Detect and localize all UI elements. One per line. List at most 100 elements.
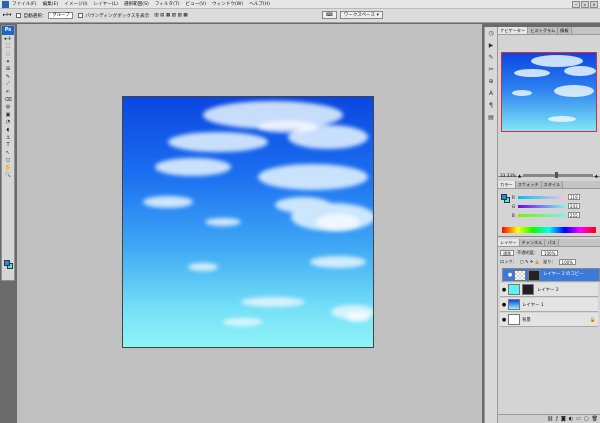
move-tool-icon[interactable]: ▸✛: [2, 35, 14, 43]
navigator-zoom-value[interactable]: 33.33%: [500, 173, 516, 178]
tab-channels[interactable]: チャンネル: [519, 239, 546, 246]
menu-layer[interactable]: レイヤー(L): [94, 1, 118, 7]
shape-tool-icon[interactable]: ◻: [2, 157, 14, 165]
channel-r-slider[interactable]: [518, 195, 566, 199]
color-fg-swatch[interactable]: [501, 194, 507, 200]
visibility-eye-icon[interactable]: ●: [500, 317, 508, 323]
brush-tool-icon[interactable]: ✍: [2, 88, 14, 96]
magic-wand-tool-icon[interactable]: ✦: [2, 58, 14, 66]
menu-edit[interactable]: 編集(E): [43, 1, 59, 7]
eraser-tool-icon[interactable]: ⌫: [2, 96, 14, 104]
visibility-eye-icon[interactable]: ●: [500, 287, 508, 293]
type-tool-icon[interactable]: T: [2, 141, 14, 149]
tab-color[interactable]: カラー: [498, 181, 516, 188]
layer-name[interactable]: レイヤー 2 のコピー: [543, 272, 584, 278]
layer-mask-thumbnail[interactable]: [522, 284, 534, 295]
layer-name[interactable]: 背景: [522, 317, 531, 323]
opacity-input[interactable]: 100%: [540, 250, 559, 256]
blend-mode-dropdown[interactable]: 通常: [500, 250, 514, 256]
navigator-preview[interactable]: [500, 51, 598, 135]
tab-navigator[interactable]: ナビゲーター: [498, 27, 529, 34]
navigator-view-box[interactable]: [501, 52, 597, 132]
channel-b-value[interactable]: 255: [568, 212, 580, 218]
minimize-icon[interactable]: –: [572, 1, 580, 8]
menu-help[interactable]: ヘルプ(H): [249, 1, 270, 7]
character-icon[interactable]: A: [485, 89, 497, 99]
channel-b-slider[interactable]: [518, 213, 566, 217]
bbox-checkbox[interactable]: [78, 13, 84, 18]
crop-tool-icon[interactable]: ⊞: [2, 65, 14, 73]
clone-stamp-tool-icon[interactable]: ◍: [2, 103, 14, 111]
tab-info[interactable]: 情報: [558, 27, 572, 34]
layer-name[interactable]: レイヤー 2: [537, 287, 559, 293]
fill-input[interactable]: 100%: [558, 259, 576, 265]
menu-filter[interactable]: フィルタ(T): [155, 1, 180, 7]
tab-histogram[interactable]: ヒストグラム: [528, 27, 559, 34]
new-group-icon[interactable]: ▭: [576, 416, 581, 422]
clone-source-icon[interactable]: ⊕: [485, 77, 497, 87]
blend-opacity-row: 通常 不透明度： 100%: [500, 249, 598, 257]
channel-g-value[interactable]: 243: [568, 203, 580, 209]
add-mask-icon[interactable]: ◙: [561, 416, 566, 422]
pen-tool-icon[interactable]: ⚓: [2, 134, 14, 142]
lasso-tool-icon[interactable]: ◌: [2, 50, 14, 58]
tool-presets-icon[interactable]: ✂: [485, 65, 497, 75]
menu-view[interactable]: ビュー(V): [186, 1, 207, 7]
gradient-tool-icon[interactable]: ▣: [2, 111, 14, 119]
channel-g-slider[interactable]: [518, 204, 566, 208]
channel-r-label: R: [512, 194, 515, 200]
new-layer-icon[interactable]: ▢: [584, 416, 589, 422]
document-canvas[interactable]: [122, 96, 374, 348]
hand-tool-icon[interactable]: ✋: [2, 164, 14, 172]
layer-row[interactable]: ● 背景 🔒: [500, 313, 598, 327]
layer-row[interactable]: ● レイヤー 2 のコピー: [502, 268, 600, 282]
zoom-slider[interactable]: [523, 172, 593, 178]
actions-icon[interactable]: ▶: [485, 41, 497, 51]
healing-brush-tool-icon[interactable]: ⟋: [2, 81, 14, 89]
tab-swatches[interactable]: スウォッチ: [515, 181, 542, 188]
visibility-eye-icon[interactable]: ●: [500, 302, 508, 308]
delete-layer-icon[interactable]: 🗑: [592, 416, 598, 422]
brush-preset-icon[interactable]: ⌨: [322, 11, 337, 19]
dodge-tool-icon[interactable]: ◖: [2, 126, 14, 134]
layer-row[interactable]: ● レイヤー 2: [500, 283, 598, 297]
zoom-in-icon[interactable]: ▲: [595, 173, 598, 178]
layer-row[interactable]: ● レイヤー 1: [500, 298, 598, 312]
tab-paths[interactable]: パス: [545, 239, 559, 246]
channel-r-value[interactable]: 119: [568, 194, 580, 200]
layer-mask-thumbnail[interactable]: [528, 269, 540, 281]
menu-file[interactable]: ファイル(F): [12, 1, 37, 7]
layer-style-icon[interactable]: ƒ: [556, 416, 558, 422]
menu-select[interactable]: 選択範囲(S): [124, 1, 149, 7]
paragraph-icon[interactable]: ¶: [485, 101, 497, 111]
zoom-out-icon[interactable]: ▲: [518, 173, 521, 178]
lock-icons[interactable]: ▢ ✎ ✛ 🔒: [520, 259, 540, 265]
path-select-tool-icon[interactable]: ↖: [2, 149, 14, 157]
marquee-tool-icon[interactable]: ⬚: [2, 43, 14, 51]
zoom-slider-knob[interactable]: [554, 172, 558, 178]
move-tool-icon[interactable]: ▸✛▾: [3, 13, 11, 18]
zoom-tool-icon[interactable]: 🔍: [2, 172, 14, 180]
align-icons[interactable]: ▥ ▤ ▦ ▧ ▨ ▩: [154, 13, 187, 18]
auto-select-checkbox[interactable]: [16, 13, 22, 18]
foreground-color-swatch[interactable]: [4, 260, 10, 266]
eyedropper-tool-icon[interactable]: ✎: [2, 73, 14, 81]
layer-comps-icon[interactable]: ▤: [485, 113, 497, 123]
close-icon[interactable]: ×: [590, 1, 598, 8]
link-layers-icon[interactable]: ⛓: [547, 416, 553, 422]
color-panel: カラー スウォッチ スタイル R 119 G 243 B 255: [498, 181, 600, 237]
tab-styles[interactable]: スタイル: [541, 181, 564, 188]
menu-image[interactable]: イメージ(I): [64, 1, 87, 7]
brushes-icon[interactable]: ✎: [485, 53, 497, 63]
menu-window[interactable]: ウィンドウ(W): [212, 1, 243, 7]
maximize-icon[interactable]: ▫: [581, 1, 589, 8]
blur-tool-icon[interactable]: ◔: [2, 119, 14, 127]
history-icon[interactable]: ◷: [485, 29, 497, 39]
visibility-eye-icon[interactable]: ●: [506, 272, 514, 278]
layer-name[interactable]: レイヤー 1: [522, 302, 544, 308]
tab-layers[interactable]: レイヤー: [498, 239, 520, 246]
auto-select-dropdown[interactable]: グループ: [48, 12, 74, 19]
adjustment-layer-icon[interactable]: ◐: [569, 416, 573, 422]
color-spectrum-bar[interactable]: [502, 227, 596, 233]
workspace-button[interactable]: ワークスペース ▾: [339, 11, 383, 19]
